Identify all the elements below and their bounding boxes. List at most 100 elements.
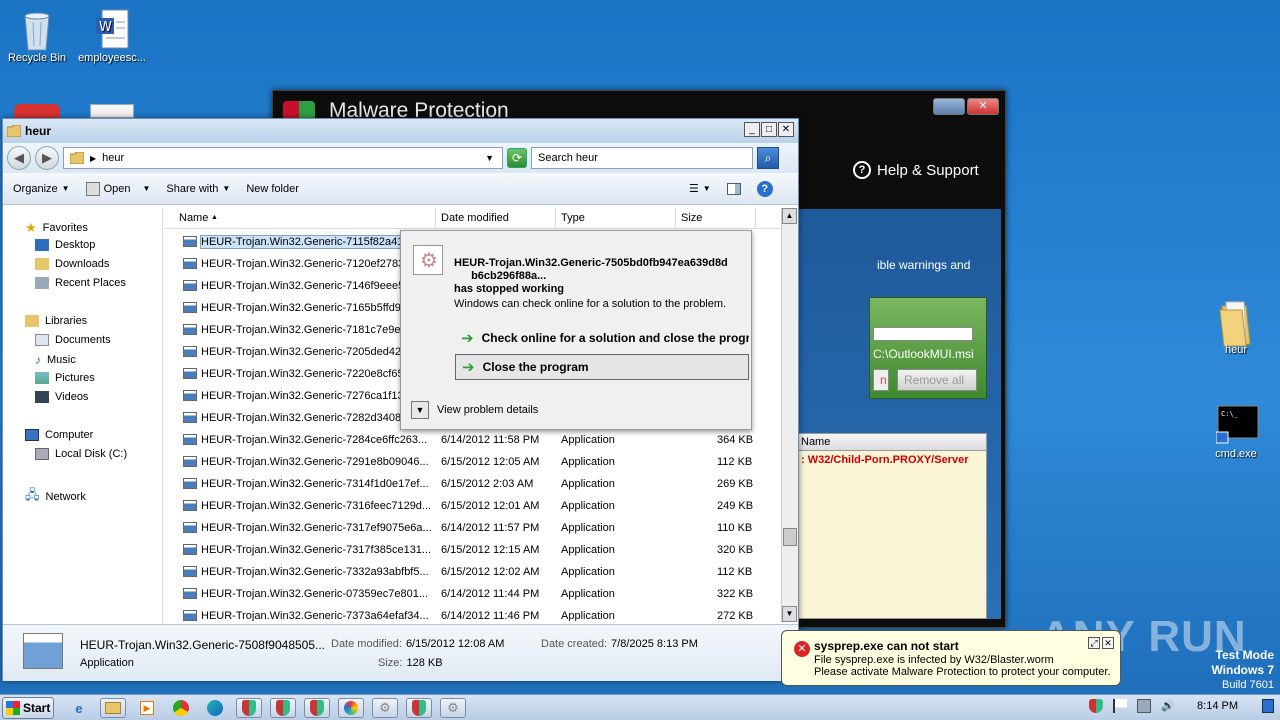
taskbar-shield-app-icon[interactable] [406, 698, 432, 718]
balloon-close-icon[interactable]: ✕ [1102, 637, 1114, 649]
desktop-icon-heur[interactable]: heur [1196, 300, 1276, 356]
tray-clock[interactable]: 8:14 PM [1197, 700, 1238, 712]
column-header-size[interactable]: Size [681, 212, 702, 224]
close-button[interactable]: ✕ [778, 122, 794, 137]
forward-button[interactable]: ▶ [35, 146, 59, 170]
taskbar-media-player-icon[interactable]: ▶ [134, 698, 160, 718]
help-icon[interactable]: ? [756, 180, 773, 197]
taskbar-edge-icon[interactable] [202, 698, 228, 718]
nav-local-disk[interactable]: Local Disk (C:) [35, 448, 127, 460]
list-item[interactable]: HEUR-Trojan.Win32.Generic-07359ec7e801..… [165, 583, 781, 605]
desktop-icon-partial-doc[interactable] [90, 104, 134, 118]
list-item[interactable]: HEUR-Trojan.Win32.Generic-7373a64efaf34.… [165, 605, 781, 621]
column-header-date-modified[interactable]: Date modified [441, 212, 509, 224]
application-icon [183, 258, 197, 269]
column-header-name[interactable]: Name [179, 212, 208, 224]
check-online-button[interactable]: ➔ Check online for a solution and close … [455, 325, 749, 351]
view-options-icon[interactable]: ☰ ▼ [689, 182, 711, 195]
nav-videos[interactable]: Videos [35, 391, 88, 403]
tray-volume-icon[interactable]: 🔊 [1161, 699, 1175, 713]
taskbar-explorer-icon[interactable] [100, 698, 126, 718]
details-date-created: Date created: 7/8/2025 8:13 PM [541, 638, 698, 650]
share-with-menu[interactable]: Share with ▼ [166, 183, 230, 195]
list-item[interactable]: HEUR-Trojan.Win32.Generic-7284ce6ffc263.… [165, 429, 781, 451]
nav-computer[interactable]: Computer [25, 429, 93, 441]
desktop-icon-label: Recycle Bin [7, 52, 67, 64]
scroll-down-arrow-icon[interactable]: ▼ [782, 606, 797, 622]
breadcrumb[interactable]: heur [102, 152, 124, 164]
search-icon[interactable]: ⌕ [757, 147, 779, 169]
start-button[interactable]: Start [2, 697, 54, 719]
nav-libraries[interactable]: Libraries [25, 315, 87, 327]
desktop-icon-recycle-bin[interactable]: Recycle Bin [0, 8, 77, 64]
details-size: Size: 128 KB [378, 657, 443, 669]
tray-shield-icon[interactable] [1089, 699, 1104, 713]
list-item[interactable]: HEUR-Trojan.Win32.Generic-7317f385ce131.… [165, 539, 781, 561]
open-button[interactable]: Open ▼ [85, 181, 150, 196]
taskbar-shield-app-icon[interactable] [236, 698, 262, 718]
nav-pictures[interactable]: Pictures [35, 372, 95, 384]
search-input[interactable]: Search heur [531, 147, 753, 169]
scroll-up-arrow-icon[interactable]: ▲ [782, 208, 797, 224]
desktop-icon-employeesc[interactable]: W employeesc... [72, 8, 152, 64]
taskbar-ie-icon[interactable]: e [66, 698, 92, 718]
maximize-button[interactable]: □ [761, 122, 777, 137]
minimize-button[interactable]: _ [744, 122, 760, 137]
help-support-link[interactable]: ? Help & Support [853, 161, 979, 179]
threat-row[interactable]: : W32/Child-Porn.PROXY/Server [798, 451, 986, 473]
organize-menu[interactable]: Organize ▼ [13, 183, 70, 195]
list-item[interactable]: HEUR-Trojan.Win32.Generic-7314f1d0e17ef.… [165, 473, 781, 495]
taskbar-shield-app-icon[interactable] [270, 698, 296, 718]
list-item[interactable]: HEUR-Trojan.Win32.Generic-7332a93abfbf5.… [165, 561, 781, 583]
taskbar-chrome-icon[interactable] [168, 698, 194, 718]
close-button[interactable]: ✕ [967, 98, 999, 115]
list-item[interactable]: HEUR-Trojan.Win32.Generic-7316feec7129d.… [165, 495, 781, 517]
tray-flag-icon[interactable] [1113, 699, 1128, 713]
column-header-type[interactable]: Type [561, 212, 585, 224]
taskbar: Start e ▶ ⚙ ⚙ 🔊 8:14 PM [0, 694, 1280, 720]
windows-logo-icon [6, 701, 20, 715]
nav-downloads[interactable]: Downloads [35, 258, 109, 270]
address-bar[interactable]: ▶ heur ▼ [63, 147, 503, 169]
view-problem-details[interactable]: ▼ View problem details [411, 401, 538, 419]
application-icon [183, 236, 197, 247]
action-button[interactable]: n [873, 369, 889, 391]
taskbar-setup-icon[interactable]: ⚙ [440, 698, 466, 718]
desktop-icon-partial-red[interactable] [14, 104, 60, 118]
preview-pane-icon[interactable] [726, 182, 741, 195]
scanned-path: C:\OutlookMUI.msi [873, 347, 974, 361]
scroll-thumb[interactable] [783, 528, 797, 546]
chevron-down-icon[interactable]: ▼ [411, 401, 429, 419]
desktop-icon-cmd[interactable]: C:\_ cmd.exe [1196, 404, 1276, 460]
list-item[interactable]: HEUR-Trojan.Win32.Generic-7317ef9075e6a.… [165, 517, 781, 539]
nav-recent-places[interactable]: Recent Places [35, 277, 126, 289]
nav-music[interactable]: ♪ Music [35, 353, 76, 367]
nav-favorites[interactable]: ★ Favorites [25, 220, 88, 236]
nav-documents[interactable]: Documents [35, 334, 111, 346]
application-icon [183, 544, 197, 555]
taskbar-shield-app-icon[interactable] [304, 698, 330, 718]
taskbar-setup-icon[interactable]: ⚙ [372, 698, 398, 718]
list-item[interactable]: HEUR-Trojan.Win32.Generic-7291e8b09046..… [165, 451, 781, 473]
new-folder-button[interactable]: New folder [246, 183, 299, 195]
nav-network[interactable]: 🖧 Network [25, 486, 86, 508]
close-program-button[interactable]: ➔ Close the program [455, 354, 749, 380]
path-input[interactable] [873, 327, 973, 341]
breadcrumb-chevron-icon[interactable]: ▶ [90, 154, 96, 163]
refresh-button[interactable]: ⟳ [507, 148, 527, 168]
remove-all-button[interactable]: Remove all [897, 369, 977, 391]
minimize-button[interactable] [933, 98, 965, 115]
application-icon [183, 280, 197, 291]
application-icon [183, 434, 197, 445]
tray-network-icon[interactable] [1137, 699, 1152, 713]
balloon-options-icon[interactable]: ⤢ [1088, 637, 1100, 649]
nav-desktop[interactable]: Desktop [35, 239, 95, 251]
application-icon [183, 346, 197, 357]
back-button[interactable]: ◀ [7, 146, 31, 170]
notification-balloon[interactable]: ✕ sysprep.exe can not start File sysprep… [781, 630, 1121, 686]
show-desktop-icon[interactable] [1262, 699, 1274, 713]
taskbar-colorful-app-icon[interactable] [338, 698, 364, 718]
address-dropdown-icon[interactable]: ▼ [485, 153, 494, 163]
vertical-scrollbar[interactable]: ▲ ▼ [781, 208, 798, 622]
videos-icon [35, 391, 49, 403]
